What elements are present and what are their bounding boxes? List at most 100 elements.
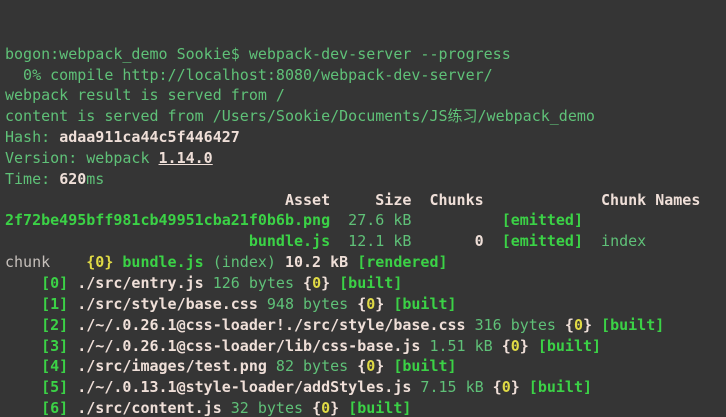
text-segment: 0 bbox=[475, 232, 484, 250]
text-segment: 82 bytes bbox=[267, 357, 357, 375]
terminal-line: [5] ./~/.0.13.1@style-loader/addStyles.j… bbox=[5, 377, 726, 398]
text-segment bbox=[68, 316, 77, 334]
text-segment bbox=[68, 399, 77, 417]
text-segment: [built] bbox=[348, 399, 411, 417]
text-segment: 316 bytes bbox=[466, 316, 565, 334]
text-segment: 1.51 kB bbox=[420, 337, 501, 355]
text-segment: [3] bbox=[41, 337, 68, 355]
text-segment: { bbox=[502, 337, 511, 355]
text-segment: (index) bbox=[204, 253, 285, 271]
text-segment bbox=[5, 295, 41, 313]
text-segment: 2f72be495bff981cb49951cba21f0b6b.png bbox=[5, 211, 330, 229]
terminal-line: [4] ./src/images/test.png 82 bytes {0} [… bbox=[5, 356, 726, 377]
text-segment: } bbox=[330, 399, 339, 417]
text-segment: 12.1 kB bbox=[330, 232, 411, 250]
text-segment bbox=[348, 253, 357, 271]
text-segment: } bbox=[375, 295, 384, 313]
text-segment: 0 bbox=[321, 399, 330, 417]
terminal-line: Asset Size Chunks Chunk Names bbox=[5, 190, 726, 211]
text-segment: ./src/images/test.png bbox=[77, 357, 267, 375]
text-segment: 1.14.0 bbox=[159, 149, 213, 167]
text-segment: {0} bbox=[86, 253, 113, 271]
text-segment: Version: webpack bbox=[5, 149, 159, 167]
text-segment: 126 bytes bbox=[204, 274, 303, 292]
text-segment: 620 bbox=[59, 170, 86, 188]
text-segment: { bbox=[357, 295, 366, 313]
text-segment: 27.6 kB bbox=[330, 211, 411, 229]
text-segment: [5] bbox=[41, 378, 68, 396]
text-segment bbox=[529, 337, 538, 355]
text-segment: [built] bbox=[538, 337, 601, 355]
terminal-line: chunk {0} bundle.js (index) 10.2 kB [ren… bbox=[5, 252, 726, 273]
terminal-line: Version: webpack 1.14.0 bbox=[5, 148, 726, 169]
text-segment bbox=[5, 316, 41, 334]
terminal-line: 2f72be495bff981cb49951cba21f0b6b.png 27.… bbox=[5, 210, 726, 231]
terminal-line: [0] ./src/entry.js 126 bytes {0} [built] bbox=[5, 273, 726, 294]
text-segment: [6] bbox=[41, 399, 68, 417]
text-segment: ./~/.0.26.1@css-loader!./src/style/base.… bbox=[77, 316, 465, 334]
text-segment: } bbox=[583, 316, 592, 334]
terminal-line: content is served from /Users/Sookie/Doc… bbox=[5, 106, 726, 127]
text-segment: { bbox=[493, 378, 502, 396]
text-segment: adaa911ca44c5f446427 bbox=[59, 128, 240, 146]
text-segment: 0 bbox=[366, 295, 375, 313]
text-segment: [emitted] bbox=[502, 232, 583, 250]
text-segment: 0 bbox=[312, 274, 321, 292]
text-segment: ms bbox=[86, 170, 104, 188]
terminal-line: bundle.js 12.1 kB 0 [emitted] index bbox=[5, 231, 726, 252]
text-segment: 0 bbox=[366, 357, 375, 375]
text-segment bbox=[592, 316, 601, 334]
text-segment bbox=[68, 274, 77, 292]
text-segment: 0% compile http://localhost:8080/webpack… bbox=[5, 66, 493, 84]
text-segment: 0 bbox=[574, 316, 583, 334]
terminal-line: Time: 620ms bbox=[5, 169, 726, 190]
terminal-window[interactable]: bogon:webpack_demo Sookie$ webpack-dev-s… bbox=[0, 0, 726, 417]
text-segment: { bbox=[312, 399, 321, 417]
text-segment: Hash: bbox=[5, 128, 59, 146]
text-segment: 10.2 kB bbox=[285, 253, 348, 271]
terminal-line: [6] ./src/content.js 32 bytes {0} [built… bbox=[5, 398, 726, 417]
text-segment: 948 bytes bbox=[258, 295, 357, 313]
text-segment: [1] bbox=[41, 295, 68, 313]
text-segment: bundle.js bbox=[122, 253, 203, 271]
text-segment bbox=[411, 232, 474, 250]
text-segment: ./src/style/base.css bbox=[77, 295, 258, 313]
text-segment: [built] bbox=[339, 274, 402, 292]
text-segment: [built] bbox=[601, 316, 664, 334]
terminal-line: Hash: adaa911ca44c5f446427 bbox=[5, 127, 726, 148]
text-segment: bogon:webpack_demo Sookie$ webpack-dev-s… bbox=[5, 45, 511, 63]
text-segment: ./~/.0.13.1@style-loader/addStyles.js bbox=[77, 378, 411, 396]
text-segment bbox=[5, 357, 41, 375]
text-segment: [emitted] bbox=[502, 211, 583, 229]
terminal-line: bogon:webpack_demo Sookie$ webpack-dev-s… bbox=[5, 44, 726, 65]
text-segment: 0 bbox=[511, 337, 520, 355]
text-segment: { bbox=[357, 357, 366, 375]
text-segment: } bbox=[375, 357, 384, 375]
text-segment: { bbox=[565, 316, 574, 334]
text-segment bbox=[5, 399, 41, 417]
text-segment: 0 bbox=[502, 378, 511, 396]
text-segment: content is served from /Users/Sookie/Doc… bbox=[5, 107, 595, 125]
text-segment bbox=[339, 399, 348, 417]
text-segment bbox=[484, 232, 502, 250]
text-segment: 7.15 kB bbox=[411, 378, 492, 396]
terminal-line: [1] ./src/style/base.css 948 bytes {0} [… bbox=[5, 294, 726, 315]
text-segment: [rendered] bbox=[357, 253, 447, 271]
text-segment: webpack result is served from / bbox=[5, 86, 285, 104]
terminal-line: [3] ./~/.0.26.1@css-loader/lib/css-base.… bbox=[5, 336, 726, 357]
terminal-line: webpack result is served from / bbox=[5, 85, 726, 106]
text-segment bbox=[68, 357, 77, 375]
text-segment: chunk bbox=[5, 253, 86, 271]
text-segment: bundle.js bbox=[249, 232, 330, 250]
text-segment bbox=[68, 378, 77, 396]
text-segment bbox=[411, 211, 501, 229]
text-segment bbox=[68, 295, 77, 313]
text-segment bbox=[5, 378, 41, 396]
text-segment bbox=[384, 357, 393, 375]
text-segment bbox=[384, 295, 393, 313]
text-segment: [2] bbox=[41, 316, 68, 334]
text-segment bbox=[5, 274, 41, 292]
text-segment bbox=[520, 378, 529, 396]
text-segment: [built] bbox=[529, 378, 592, 396]
text-segment: [built] bbox=[393, 295, 456, 313]
